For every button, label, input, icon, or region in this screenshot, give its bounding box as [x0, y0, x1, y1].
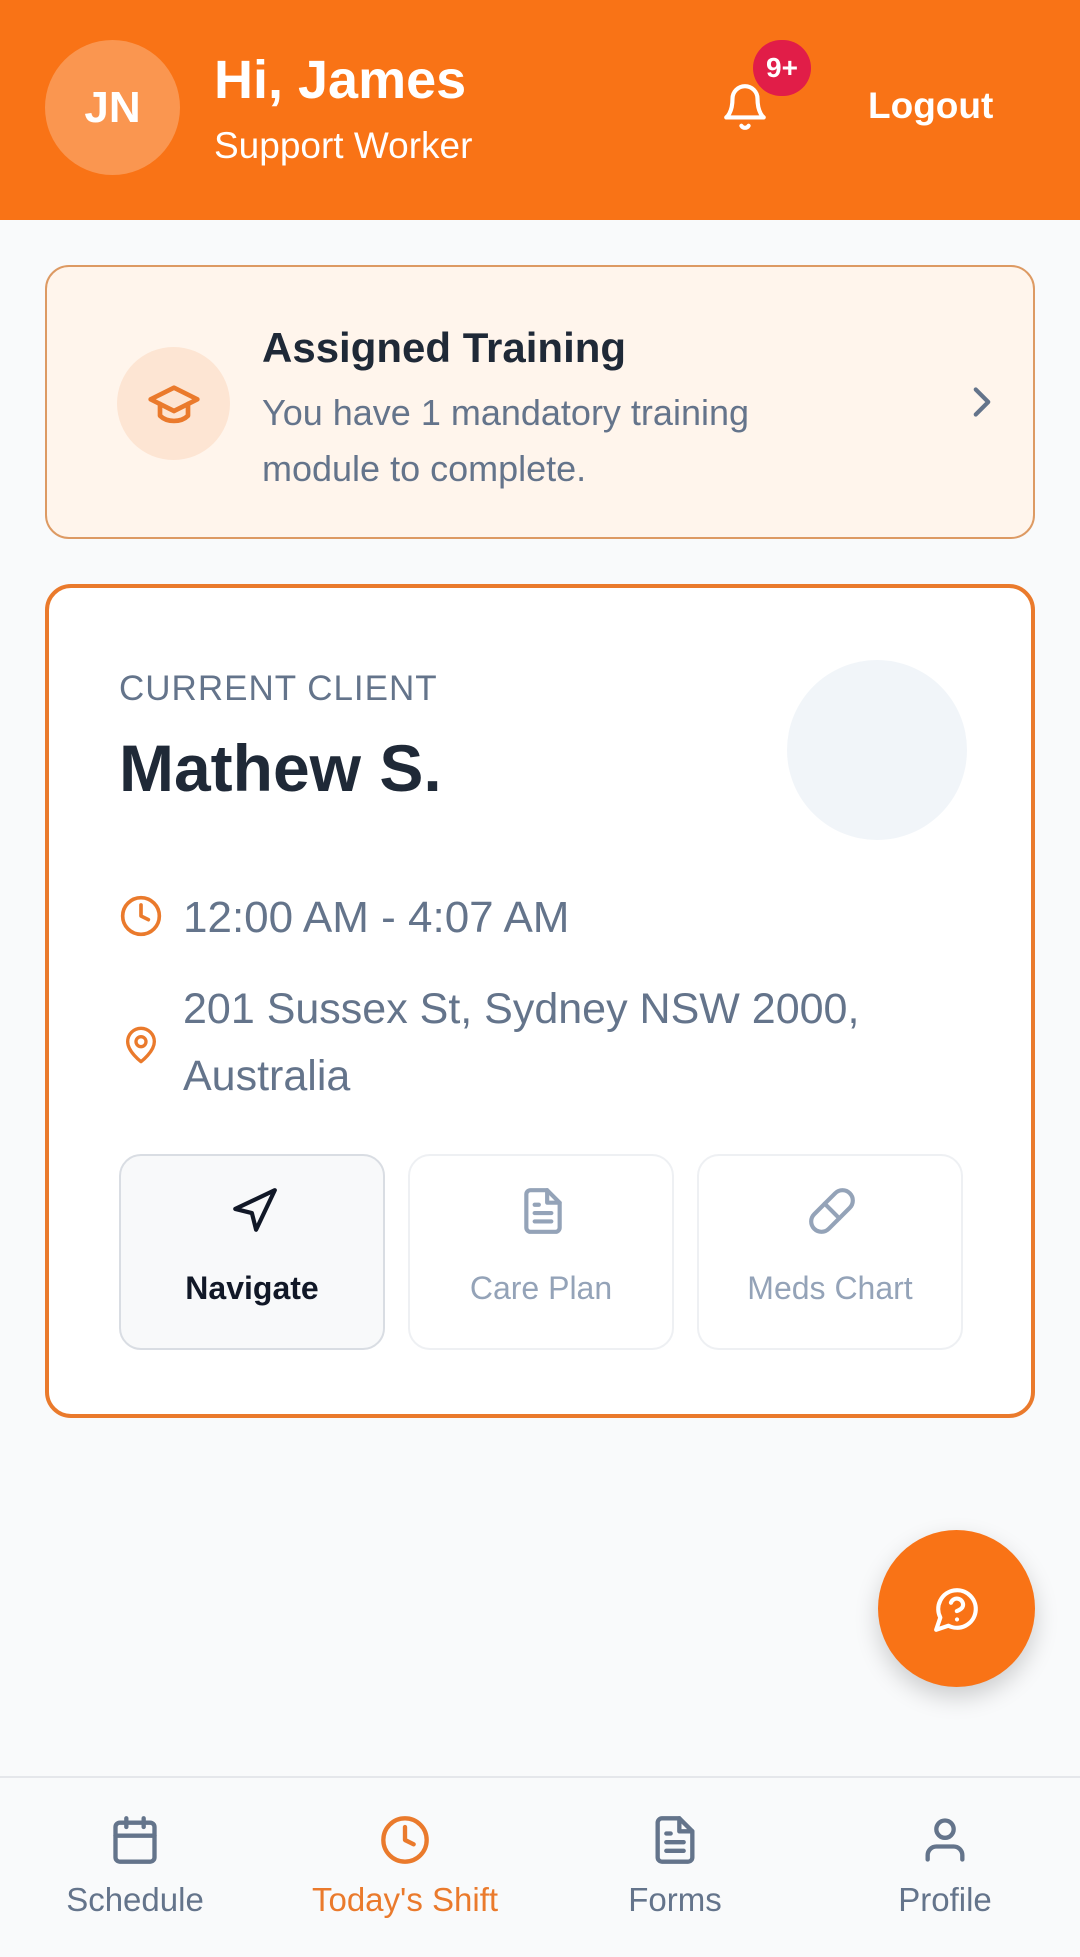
client-actions: Navigate Care Plan Meds Chart	[119, 1154, 969, 1350]
clock-icon	[381, 1816, 429, 1864]
form-document-icon	[655, 1816, 695, 1864]
bottom-navigation: Schedule Today's Shift Forms Profile	[0, 1776, 1080, 1957]
meds-chart-label: Meds Chart	[747, 1270, 913, 1306]
logout-button[interactable]: Logout	[868, 84, 993, 128]
nav-item-forms[interactable]: Forms	[540, 1778, 810, 1957]
care-plan-label: Care Plan	[469, 1270, 613, 1306]
meds-chart-button[interactable]: Meds Chart	[697, 1154, 963, 1350]
assigned-training-card[interactable]: Assigned Training You have 1 mandatory t…	[45, 265, 1035, 539]
current-client-card: CURRENT CLIENT Mathew S. 12:00 AM - 4:07…	[45, 584, 1035, 1418]
user-icon	[925, 1818, 965, 1862]
nav-item-todays-shift[interactable]: Today's Shift	[270, 1778, 540, 1957]
nav-item-schedule[interactable]: Schedule	[0, 1778, 270, 1957]
graduation-cap-icon	[147, 384, 200, 423]
document-icon	[524, 1188, 562, 1234]
client-address: 201 Sussex St, Sydney NSW 2000, Australi…	[183, 985, 860, 1100]
greeting-title: Hi, James	[214, 50, 467, 110]
client-section-label: CURRENT CLIENT	[119, 669, 438, 708]
clock-icon	[120, 895, 162, 937]
navigate-button[interactable]: Navigate	[119, 1154, 385, 1350]
training-description: You have 1 mandatory training module to …	[262, 392, 750, 489]
help-chat-icon	[933, 1587, 978, 1632]
avatar[interactable]: JN	[45, 40, 180, 175]
client-name: Mathew S.	[119, 731, 442, 805]
navigate-label: Navigate	[185, 1270, 319, 1306]
shift-time: 12:00 AM - 4:07 AM	[183, 893, 570, 942]
nav-label-profile: Profile	[898, 1881, 992, 1918]
training-icon-circle	[117, 347, 230, 460]
care-plan-button[interactable]: Care Plan	[408, 1154, 674, 1350]
map-pin-icon	[126, 1026, 156, 1064]
training-title: Assigned Training	[262, 324, 627, 371]
nav-label-todays-shift: Today's Shift	[311, 1881, 499, 1918]
help-fab-button[interactable]	[878, 1530, 1035, 1687]
nav-item-profile[interactable]: Profile	[810, 1778, 1080, 1957]
app-header: JN Hi, James Support Worker 9+ Logout	[0, 0, 1080, 220]
pill-icon	[809, 1188, 855, 1234]
user-role: Support Worker	[214, 125, 473, 166]
nav-label-forms: Forms	[628, 1881, 722, 1918]
calendar-icon	[113, 1816, 157, 1864]
nav-label-schedule: Schedule	[66, 1881, 204, 1918]
navigation-arrow-icon	[233, 1188, 277, 1232]
client-photo-placeholder	[787, 660, 967, 840]
chevron-right-icon	[973, 387, 991, 417]
notification-badge: 9+	[753, 40, 811, 96]
